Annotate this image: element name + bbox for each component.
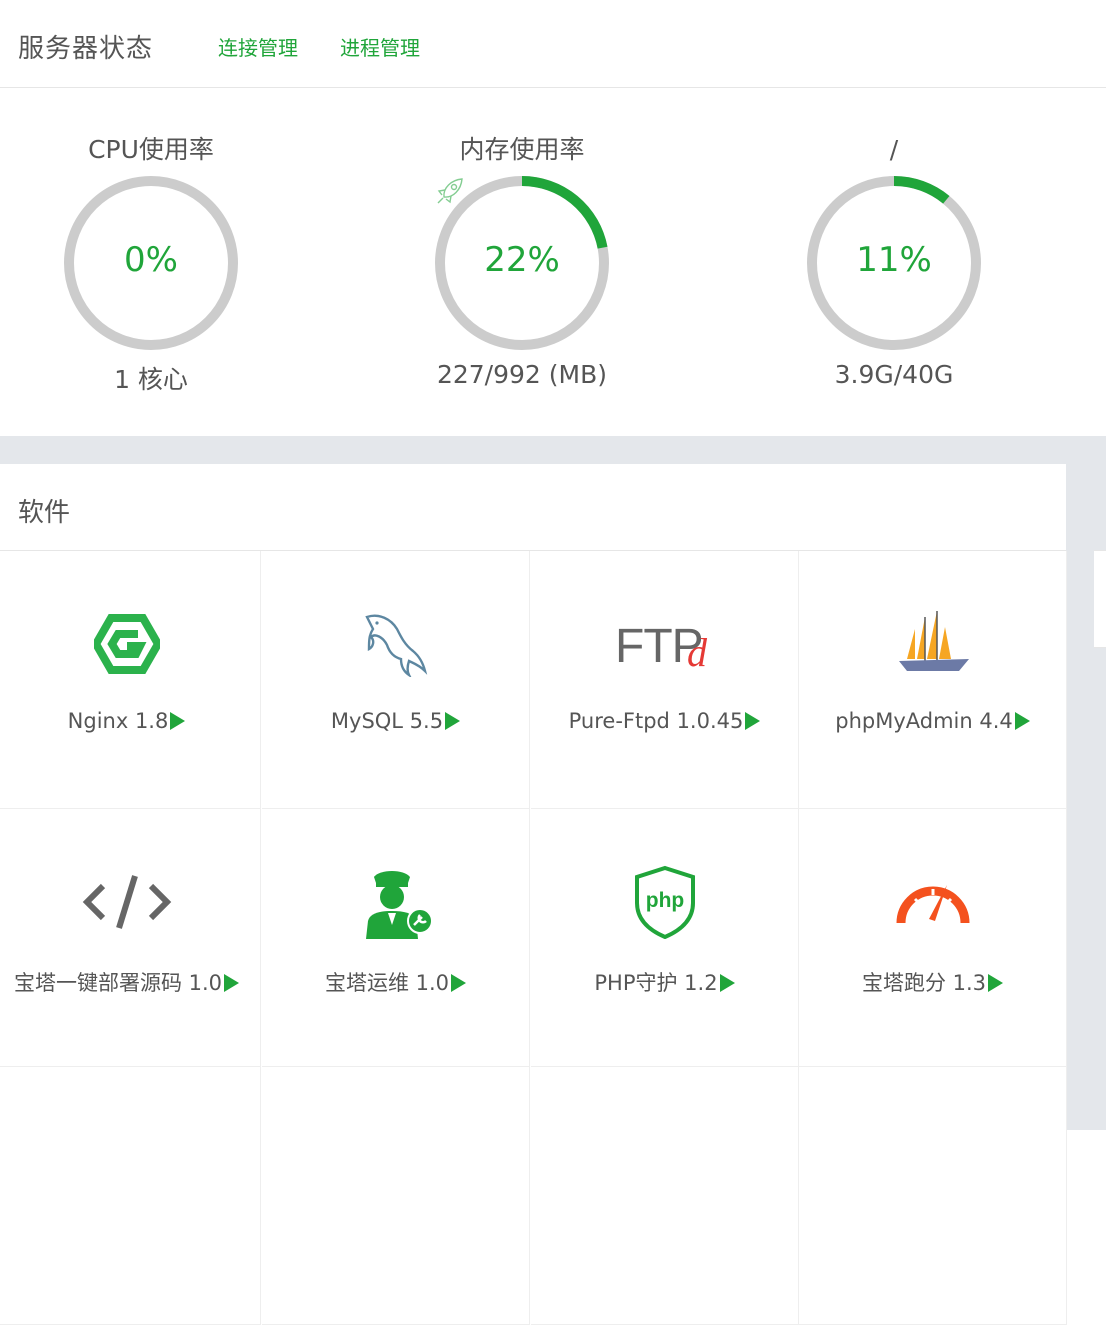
gauge-title: CPU使用率 (88, 135, 214, 164)
nginx-icon (0, 599, 260, 689)
svg-text:php: php (645, 889, 683, 912)
software-header: 软件 (0, 464, 1066, 551)
gauge-value: 11% (856, 240, 932, 280)
software-item-php-guard[interactable]: php PHP守护 1.2 (531, 809, 799, 1067)
software-panel: 软件 Nginx 1.8 MySQL 5.5 FTP d Pure-Ftpd 1… (0, 464, 1067, 1325)
play-arrow-icon (224, 974, 240, 992)
scrollbar-gutter[interactable] (1066, 436, 1106, 1130)
software-item-empty[interactable] (799, 1067, 1067, 1325)
software-label: phpMyAdmin 4.4 (799, 709, 1066, 733)
software-label: Pure-Ftpd 1.0.45 (531, 709, 798, 733)
software-item-empty[interactable] (0, 1067, 261, 1325)
software-label: 宝塔跑分 1.3 (799, 967, 1066, 997)
software-label: Nginx 1.8 (0, 709, 260, 733)
play-arrow-icon (719, 974, 735, 992)
gauge-value: 22% (484, 240, 560, 280)
gauge-value: 0% (124, 240, 178, 280)
software-item-pure-ftpd[interactable]: FTP d Pure-Ftpd 1.0.45 (531, 551, 799, 809)
adjacent-panel-edge (1094, 550, 1106, 648)
ftp-icon: FTP d (531, 599, 798, 689)
sailboat-icon (799, 599, 1066, 689)
gauge-detail: 227/992 (MB) (436, 360, 608, 389)
gauge-title: 内存使用率 (459, 135, 585, 164)
play-arrow-icon (745, 712, 761, 730)
software-label: MySQL 5.5 (262, 709, 529, 733)
software-item-ops[interactable]: 宝塔运维 1.0 (262, 809, 530, 1067)
speedometer-icon (799, 857, 1066, 947)
software-item-deploy[interactable]: 宝塔一键部署源码 1.0 (0, 809, 261, 1067)
software-item-nginx[interactable]: Nginx 1.8 (0, 551, 261, 809)
gauge-detail: 3.9G/40G (834, 360, 954, 389)
software-title: 软件 (18, 498, 71, 528)
gauge-detail: 1 核心 (114, 365, 188, 394)
play-arrow-icon (1014, 712, 1030, 730)
cpu-gauge: CPU使用率 0% 1 核心 (21, 130, 281, 396)
play-arrow-icon (988, 974, 1004, 992)
server-status-panel: 服务器状态 连接管理 进程管理 CPU使用率 0% 1 核心 内存使用率 22%… (0, 0, 1106, 436)
disk-gauge: / 11% 3.9G/40G (764, 130, 1024, 389)
software-label: 宝塔运维 1.0 (262, 967, 529, 997)
software-item-benchmark[interactable]: 宝塔跑分 1.3 (799, 809, 1067, 1067)
status-header: 服务器状态 连接管理 进程管理 (0, 0, 1106, 88)
svg-text:d: d (687, 630, 708, 672)
play-arrow-icon (445, 712, 461, 730)
software-item-mysql[interactable]: MySQL 5.5 (262, 551, 530, 809)
play-arrow-icon (170, 712, 186, 730)
mysql-dolphin-icon (262, 599, 529, 689)
process-management-link[interactable]: 进程管理 (340, 32, 420, 61)
software-item-empty[interactable] (531, 1067, 799, 1325)
gauge-title: / (889, 135, 899, 164)
gauge-ring: 0% (62, 174, 240, 352)
memory-gauge[interactable]: 内存使用率 22% 227/992 (MB) (392, 130, 652, 389)
software-label: 宝塔一键部署源码 1.0 (0, 967, 260, 997)
software-item-phpmyadmin[interactable]: phpMyAdmin 4.4 (799, 551, 1067, 809)
gauge-ring: 22% (433, 174, 611, 352)
gauge-ring: 11% (805, 174, 983, 352)
play-arrow-icon (451, 974, 467, 992)
operator-icon (262, 857, 529, 947)
code-icon (0, 857, 260, 947)
connection-management-link[interactable]: 连接管理 (218, 32, 298, 61)
php-shield-icon: php (531, 857, 798, 947)
section-separator (0, 436, 1106, 464)
page-title: 服务器状态 (18, 34, 154, 64)
rocket-icon[interactable] (433, 174, 467, 208)
software-label: PHP守护 1.2 (531, 967, 798, 997)
software-item-empty[interactable] (262, 1067, 530, 1325)
